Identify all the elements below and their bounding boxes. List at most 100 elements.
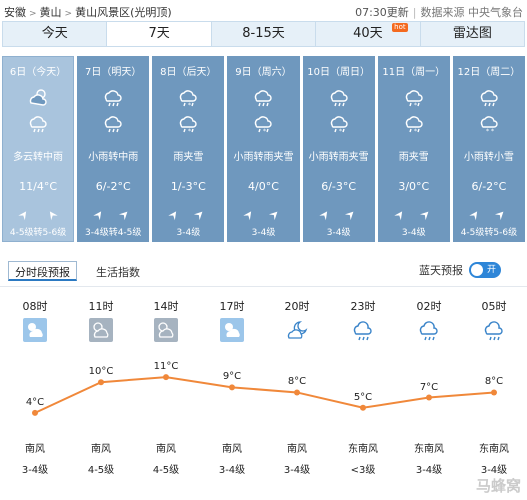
day-temperature: 1/-3°C	[170, 180, 206, 193]
sleet-icon: *	[176, 113, 200, 135]
hour-wind-level: <3级	[350, 465, 376, 476]
day-wind-level: 3-4级	[401, 228, 426, 238]
rain-icon	[26, 113, 50, 133]
hour-wind-level: 3-4级	[218, 465, 246, 476]
hour-wind-level: 4-5级	[152, 465, 180, 476]
temperature-point	[294, 389, 300, 396]
hour-wind-direction: 南风	[91, 444, 111, 455]
day-condition: 小雨转雨夹雪	[233, 152, 294, 163]
cloudy-day-icon	[154, 318, 178, 342]
wind-arrow-icon	[91, 204, 109, 222]
partly-cloudy-day-icon	[220, 318, 244, 342]
temperature-point	[32, 409, 38, 416]
chevron-right-icon: >	[29, 9, 37, 19]
wind-arrow-icon	[242, 204, 260, 222]
chevron-right-icon: >	[64, 9, 73, 19]
partly-cloudy-day-icon	[23, 318, 47, 342]
breadcrumb-city[interactable]: 黄山	[40, 6, 62, 19]
day-card[interactable]: 8日（后天） * * 雨夹雪 1/-3°C 3-4级	[152, 56, 225, 242]
hour-wind-level: 3-4级	[480, 465, 508, 476]
tab-7-days[interactable]: 7天	[107, 22, 212, 46]
temperature-point	[491, 389, 497, 396]
day-temperature: 3/0°C	[398, 180, 430, 193]
hour-time: 20时	[284, 300, 310, 313]
day-card[interactable]: 9日（周六） * 小雨转雨夹雪 4/0°C 3-4级	[227, 56, 300, 242]
wind-arrow-icon	[42, 204, 60, 222]
wind-direction	[379, 206, 449, 221]
rain-icon	[417, 318, 441, 342]
temperature-point	[426, 394, 432, 401]
day-date: 12日（周二）	[457, 67, 521, 78]
wind-arrow-icon	[267, 204, 285, 222]
tab-radar[interactable]: 雷达图	[421, 22, 524, 46]
hour-time: 17时	[219, 300, 245, 313]
hour-time: 02时	[416, 300, 442, 313]
rain-icon	[101, 113, 125, 133]
tab-today[interactable]: 今天	[3, 22, 108, 46]
wind-direction	[78, 204, 148, 222]
wind-direction	[454, 206, 524, 221]
tab-8-15-days[interactable]: 8-15天	[212, 22, 317, 46]
sleet-icon: *	[402, 87, 426, 109]
rain-icon	[482, 318, 506, 342]
hour-time: 14时	[153, 300, 179, 313]
day-card[interactable]: 12日（周二） * * 小雨转小雪 6/-2°C 4-5级转5-6级	[452, 56, 525, 242]
tab-hourly-forecast[interactable]: 分时段预报	[8, 261, 77, 281]
tab-40-days-label: 40天	[353, 26, 383, 41]
wind-arrow-icon	[166, 204, 184, 222]
blue-sky-label: 蓝天预报	[419, 264, 463, 277]
wind-arrow-icon	[192, 204, 210, 222]
wind-direction	[153, 204, 223, 222]
svg-text:*: *	[486, 128, 489, 133]
svg-text:*: *	[339, 128, 342, 133]
temperature-point	[163, 374, 169, 381]
day-condition: 雨夹雪	[398, 152, 429, 163]
tab-40-days[interactable]: 40天 hot	[316, 22, 421, 46]
sleet-icon: *	[402, 113, 426, 135]
day-wind-level: 3-4级	[176, 228, 201, 238]
hot-badge: hot	[392, 23, 408, 32]
day-date: 7日（明天）	[85, 67, 142, 78]
rain-icon	[251, 87, 275, 107]
day-wind-level: 3-4级	[326, 228, 351, 238]
day-temperature: 6/-3°C	[321, 180, 357, 193]
day-date: 8日（后天）	[160, 67, 217, 78]
temperature-line-chart	[32, 374, 497, 416]
hour-wind-direction: 东南风	[479, 444, 509, 455]
cloudy-night-icon	[285, 318, 309, 342]
svg-text:*: *	[263, 128, 266, 133]
day-card[interactable]: 11日（周一） * * 雨夹雪 3/0°C 3-4级	[377, 56, 450, 242]
svg-text:*: *	[491, 128, 494, 133]
wind-arrow-icon	[342, 204, 360, 222]
svg-text:*: *	[414, 128, 417, 133]
day-wind-level: 3-4级转4-5级	[85, 228, 142, 238]
seven-day-forecast: 6日（今天） 多云转中雨 11/4°C 4-5级转5-6级 7日（明天） 小雨转中雨 6/-…	[2, 56, 525, 242]
toggle-state: 开	[486, 265, 496, 275]
cloudy-day-icon	[89, 318, 113, 342]
rain-icon	[327, 87, 351, 107]
temperature-point	[360, 404, 366, 411]
day-date: 10日（周日）	[307, 67, 370, 78]
day-wind-level: 4-5级转5-6级	[9, 228, 67, 238]
sleet-icon: *	[251, 113, 275, 135]
day-condition: 多云转中雨	[13, 152, 64, 163]
divider	[0, 286, 527, 287]
breadcrumb-province[interactable]: 安徽	[4, 6, 26, 19]
day-condition: 小雨转小雪	[463, 152, 514, 163]
day-date: 11日（周一）	[382, 67, 446, 78]
tab-radar-label: 雷达图	[452, 26, 492, 41]
day-card[interactable]: 7日（明天） 小雨转中雨 6/-2°C 3-4级转4-5级	[77, 56, 150, 242]
wind-direction	[304, 204, 374, 222]
blue-sky-toggle[interactable]: 开	[469, 262, 501, 278]
day-wind-level: 3-4级	[251, 228, 276, 238]
tab-life-index[interactable]: 生活指数	[89, 261, 147, 281]
hour-wind-level: 3-4级	[415, 465, 443, 476]
day-temperature: 4/0°C	[248, 180, 279, 193]
day-card[interactable]: 10日（周日） * 小雨转雨夹雪 6/-3°C 3-4级	[302, 56, 375, 242]
temperature-point	[229, 384, 235, 391]
day-card[interactable]: 6日（今天） 多云转中雨 11/4°C 4-5级转5-6级	[2, 56, 75, 242]
day-date: 9日（周六）	[235, 67, 292, 78]
hour-wind-level: 3-4级	[283, 465, 311, 476]
hour-wind-level: 3-4级	[21, 465, 49, 476]
update-time: 07:30更新	[355, 6, 409, 19]
